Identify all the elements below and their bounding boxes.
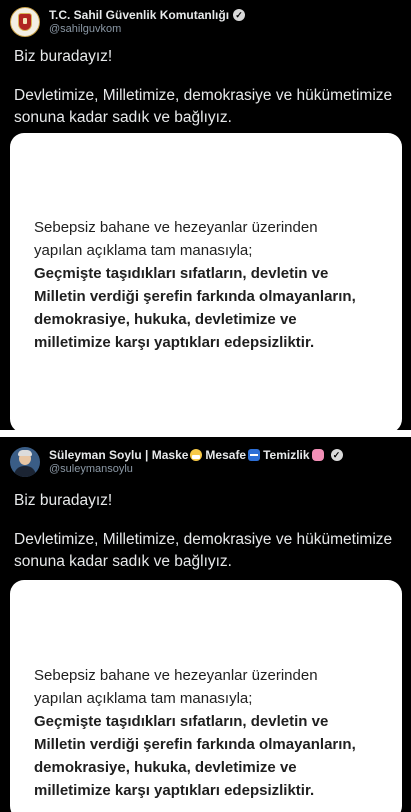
display-name-part[interactable]: Süleyman Soylu | Maske xyxy=(49,448,188,462)
tweet-sahil-guvenlik: T.C. Sahil Güvenlik Komutanlığı ✓ @sahil… xyxy=(0,0,411,430)
display-name-row[interactable]: Süleyman Soylu | Maske Mesafe Temizlik ✓ xyxy=(49,448,343,462)
coast-guard-emblem-icon xyxy=(18,13,32,31)
statement-line: Geçmişte taşıdıkları sıfatların, devleti… xyxy=(34,265,329,282)
statement-line: Sebepsiz bahane ve hezeyanlar üzerinden xyxy=(34,219,318,236)
statement-line: yapılan açıklama tam manasıyla; xyxy=(34,242,253,259)
tweet-greeting: Biz buradayız! xyxy=(14,48,113,65)
tweet-body: Devletimize, Milletimize, demokrasiye ve… xyxy=(14,531,393,570)
tweet-greeting: Biz buradayız! xyxy=(14,492,113,509)
display-name[interactable]: T.C. Sahil Güvenlik Komutanlığı xyxy=(49,8,229,22)
statement-line: demokrasiye, hukuka, devletimize ve xyxy=(34,759,297,776)
handle[interactable]: @suleymansoylu xyxy=(49,462,343,476)
left-right-arrow-icon xyxy=(248,449,261,461)
display-name-part[interactable]: Temizlik xyxy=(263,448,309,462)
handle[interactable]: @sahilguvkom xyxy=(49,22,245,36)
verified-badge-icon: ✓ xyxy=(330,449,343,461)
statement-line: Geçmişte taşıdıkları sıfatların, devleti… xyxy=(34,713,329,730)
statement-line: milletimize karşı yaptıkları edepsizlikt… xyxy=(34,334,315,351)
avatar-body xyxy=(14,466,36,477)
display-name-row[interactable]: T.C. Sahil Güvenlik Komutanlığı ✓ xyxy=(49,8,246,22)
tweet-image-card[interactable]: Sebepsiz bahane ve hezeyanlar üzerinden … xyxy=(10,580,402,812)
statement-text: Sebepsiz bahane ve hezeyanlar üzerinden … xyxy=(34,664,384,802)
statement-line: Milletin verdiği şerefin farkında olmaya… xyxy=(34,736,356,753)
tweet-body: Devletimize, Milletimize, demokrasiye ve… xyxy=(14,87,393,126)
author-info: Süleyman Soylu | Maske Mesafe Temizlik ✓… xyxy=(49,448,343,476)
avatar[interactable] xyxy=(10,447,40,477)
statement-text: Sebepsiz bahane ve hezeyanlar üzerinden … xyxy=(34,216,384,354)
face-with-mask-icon xyxy=(190,449,203,461)
statement-line: demokrasiye, hukuka, devletimize ve xyxy=(34,311,297,328)
tweet-header: Süleyman Soylu | Maske Mesafe Temizlik ✓… xyxy=(10,445,343,479)
statement-line: milletimize karşı yaptıkları edepsizlikt… xyxy=(34,782,315,799)
statement-line: yapılan açıklama tam manasıyla; xyxy=(34,690,253,707)
verified-badge-icon: ✓ xyxy=(233,9,246,21)
tweet-header: T.C. Sahil Güvenlik Komutanlığı ✓ @sahil… xyxy=(10,5,246,39)
soap-icon xyxy=(311,449,324,461)
avatar-hair xyxy=(18,450,32,456)
display-name-part[interactable]: Mesafe xyxy=(205,448,246,462)
author-info: T.C. Sahil Güvenlik Komutanlığı ✓ @sahil… xyxy=(49,8,246,36)
avatar[interactable] xyxy=(10,7,40,37)
tweet-image-card[interactable]: Sebepsiz bahane ve hezeyanlar üzerinden … xyxy=(10,133,402,430)
statement-line: Sebepsiz bahane ve hezeyanlar üzerinden xyxy=(34,667,318,684)
tweet-suleyman-soylu: Süleyman Soylu | Maske Mesafe Temizlik ✓… xyxy=(0,437,411,812)
statement-line: Milletin verdiği şerefin farkında olmaya… xyxy=(34,288,356,305)
